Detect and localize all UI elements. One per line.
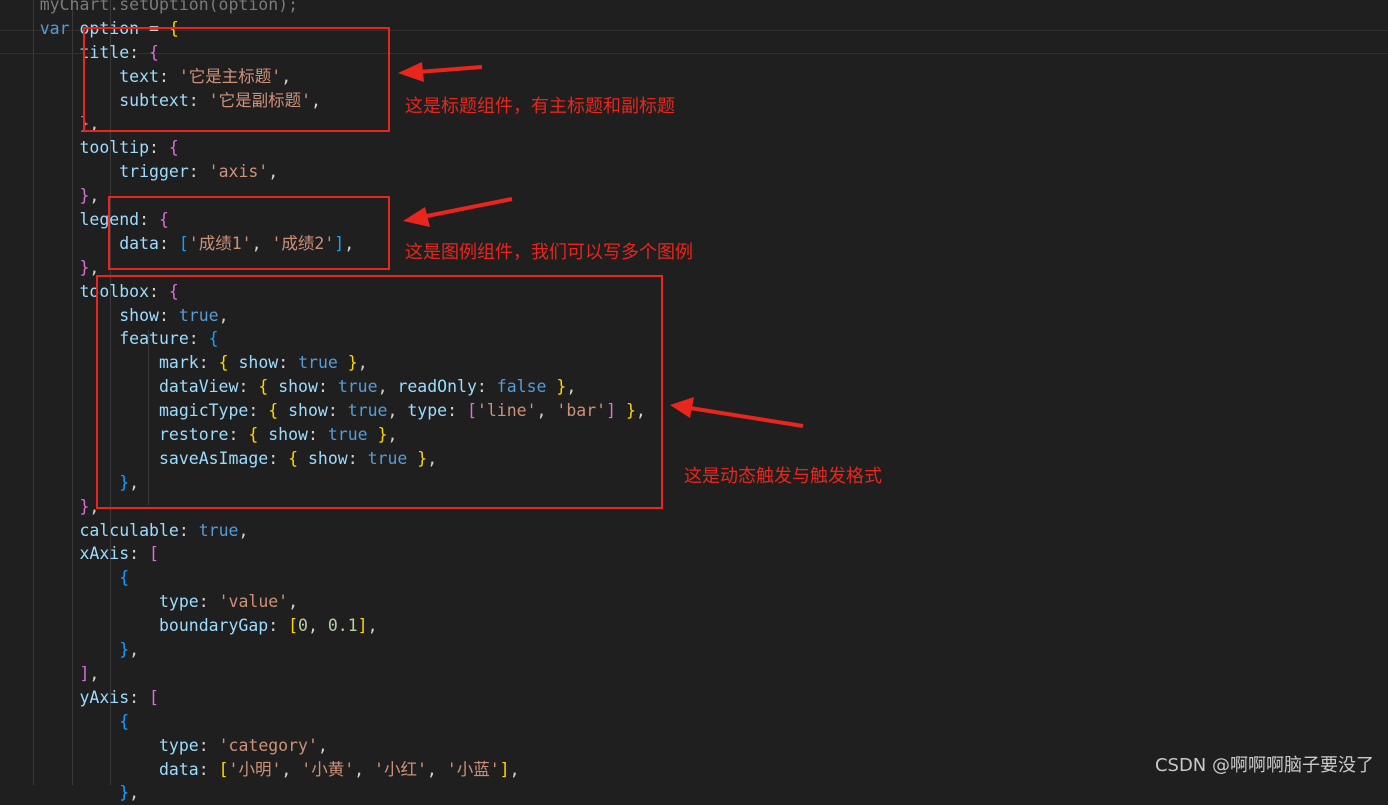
title-arrow-head	[398, 62, 424, 82]
legend-arrow-head	[403, 207, 430, 227]
legend-arrow-line	[421, 197, 513, 219]
code-token: }	[119, 783, 130, 803]
legend-annotation: 这是图例组件，我们可以写多个图例	[405, 242, 693, 263]
code-token: ,	[129, 783, 140, 803]
toolbox-annotation: 这是动态触发与触发格式	[684, 466, 882, 487]
title-annotation: 这是标题组件，有主标题和副标题	[405, 96, 675, 117]
toolbox-arrow-head	[670, 397, 694, 418]
title-arrow-line	[417, 65, 483, 74]
csdn-watermark: CSDN @啊啊啊脑子要没了	[1154, 755, 1374, 776]
toolbox-arrow-line	[689, 406, 804, 428]
annotation-arrows	[398, 62, 804, 428]
